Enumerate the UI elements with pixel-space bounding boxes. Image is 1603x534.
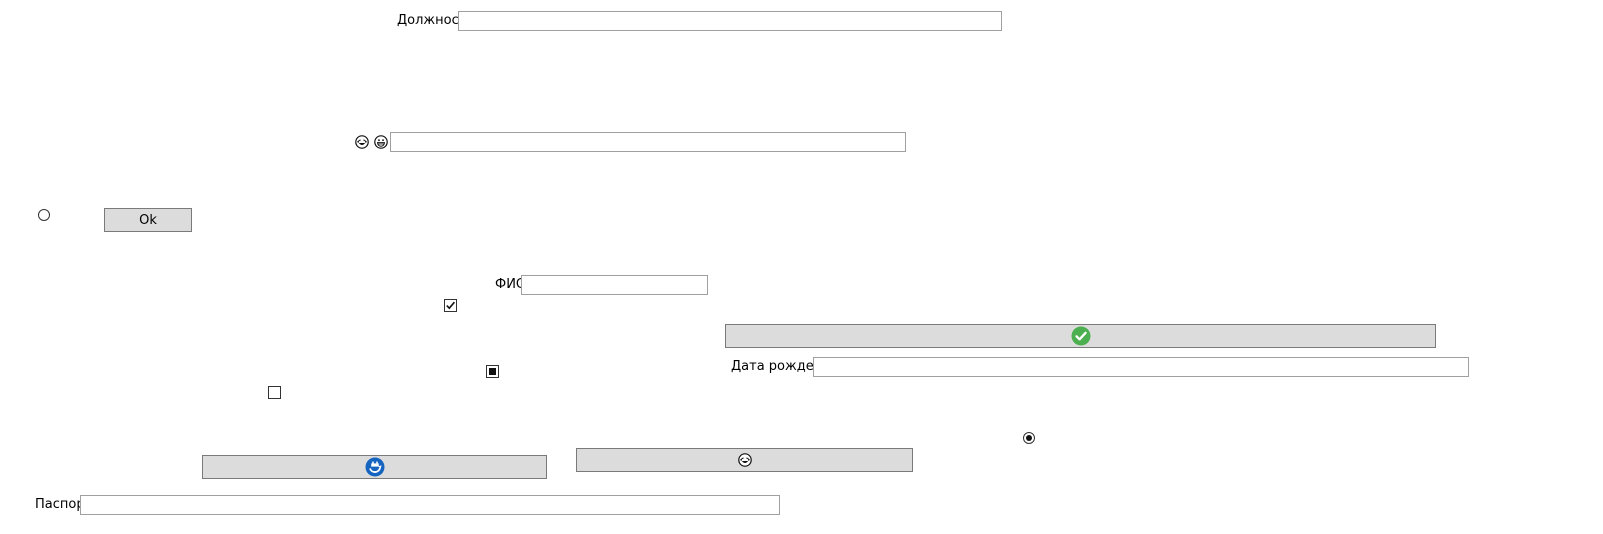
indeterminate-mark [489, 368, 496, 375]
passport-input[interactable] [80, 495, 780, 515]
check-circle-icon [1071, 326, 1090, 346]
confirm-button[interactable] [725, 324, 1436, 348]
fio-input[interactable] [521, 275, 708, 295]
refresh-button[interactable] [202, 455, 547, 479]
checkbox-unchecked[interactable] [268, 386, 281, 399]
checkbox-checked[interactable] [444, 299, 457, 312]
position-input[interactable] [458, 11, 1002, 31]
ok-button-label: Ok [139, 212, 157, 228]
grinning-face-icon [374, 135, 388, 149]
refresh-icon [365, 457, 384, 477]
laughing-face-icon [355, 135, 369, 149]
ok-button[interactable]: Ok [104, 208, 192, 232]
unnamed-input[interactable] [390, 132, 906, 152]
radio-selected-dot [1026, 435, 1032, 441]
check-mark-icon [446, 301, 456, 310]
emoji-button[interactable] [576, 448, 913, 472]
radio-button-unselected[interactable] [38, 209, 50, 221]
laughing-face-icon [737, 453, 752, 467]
checkbox-indeterminate[interactable] [486, 365, 499, 378]
birth-date-input[interactable] [813, 357, 1469, 377]
radio-button-selected[interactable] [1023, 432, 1035, 444]
